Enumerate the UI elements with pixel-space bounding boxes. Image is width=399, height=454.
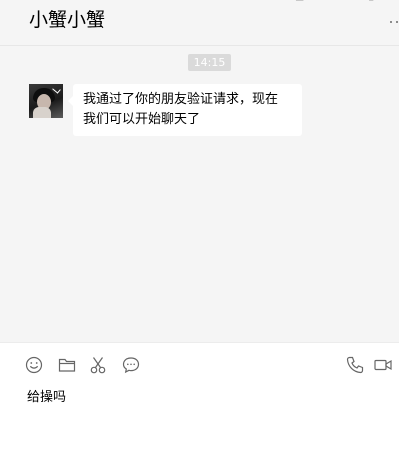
message-area[interactable]: 14:15 我通过了你的朋友验证请求，现在 我们可以开始聊天了 (0, 46, 399, 342)
message-text-line-2: 我们可以开始聊天了 (83, 112, 201, 127)
chat-header: 小蟹小蟹 ┴ └ (0, 0, 399, 46)
window-control-icon[interactable]: └ (366, 0, 373, 6)
chat-bubble-icon[interactable] (121, 355, 141, 375)
scissors-icon[interactable] (88, 355, 108, 375)
pin-icon[interactable]: ┴ (296, 0, 303, 6)
contact-avatar[interactable] (29, 84, 63, 118)
video-camera-icon[interactable] (373, 355, 393, 375)
avatar-hand (33, 107, 51, 118)
more-icon[interactable] (389, 18, 399, 24)
folder-icon[interactable] (57, 355, 77, 375)
message-text-line-1: 我通过了你的朋友验证请求，现在 (83, 92, 279, 107)
incoming-message-bubble[interactable]: 我通过了你的朋友验证请求，现在 我们可以开始聊天了 (68, 84, 302, 136)
chat-window: 小蟹小蟹 ┴ └ 14:15 我通过了你的朋友验证请求，现在 我们可以开始聊天了 (0, 0, 399, 454)
message-timestamp: 14:15 (188, 54, 231, 71)
chat-title: 小蟹小蟹 (29, 9, 106, 31)
emoji-icon[interactable] (24, 355, 44, 375)
input-area: 给操吗 (0, 342, 399, 454)
message-input[interactable]: 给操吗 (27, 388, 377, 408)
phone-icon[interactable] (345, 355, 365, 375)
